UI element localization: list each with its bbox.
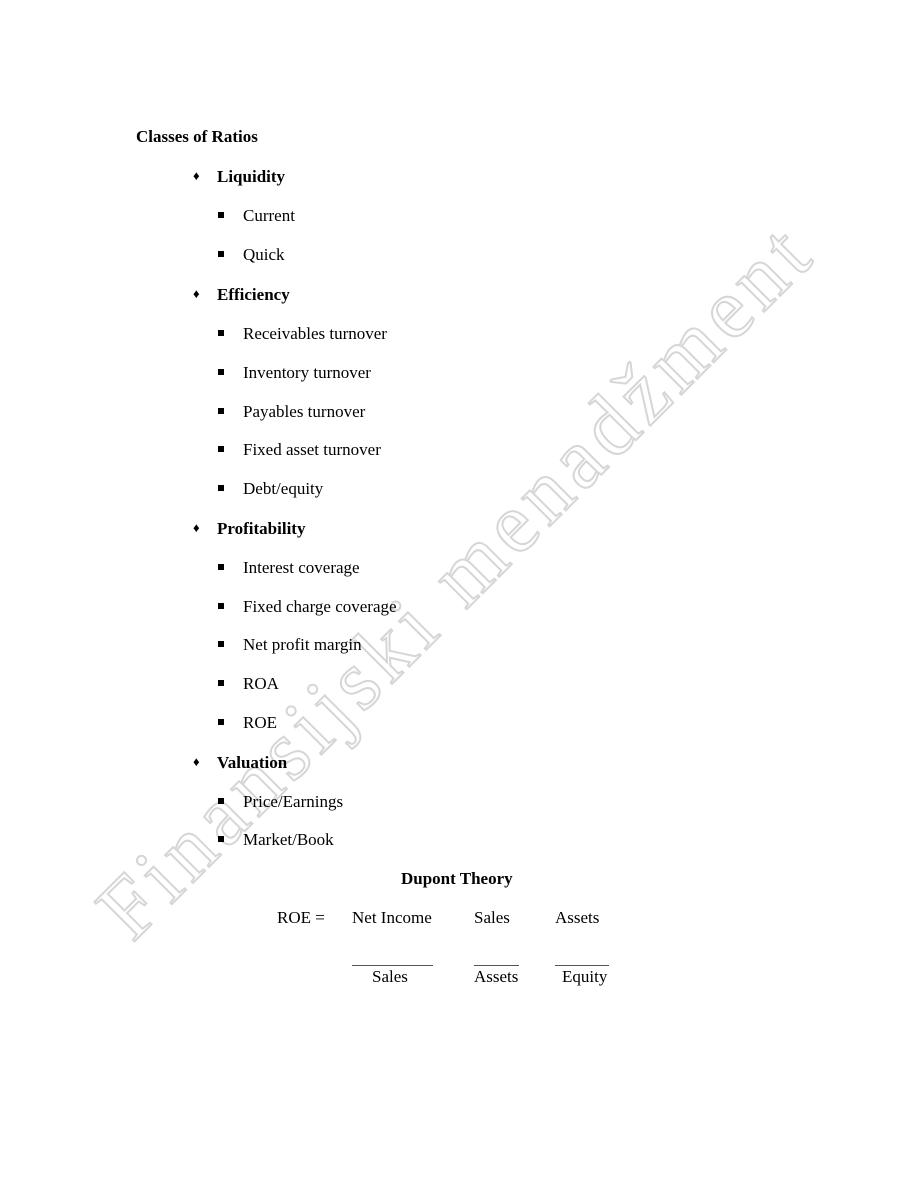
category-label: Efficiency <box>217 285 290 304</box>
item-label: Price/Earnings <box>243 792 344 811</box>
equation-lhs: ROE = <box>277 908 325 927</box>
square-bullet-icon <box>218 446 224 452</box>
dupont-title: Dupont Theory <box>401 869 513 888</box>
denominator-equity: Equity <box>562 967 608 986</box>
fraction-bar <box>555 965 609 966</box>
item-label: Fixed charge coverage <box>243 597 397 616</box>
square-bullet-icon <box>218 641 224 647</box>
fraction-bar <box>352 965 433 966</box>
item-label: ROE <box>243 713 277 732</box>
square-bullet-icon <box>218 251 224 257</box>
category-label: Valuation <box>217 753 288 772</box>
square-bullet-icon <box>218 836 224 842</box>
square-bullet-icon <box>218 719 224 725</box>
numerator-assets: Assets <box>555 908 600 927</box>
square-bullet-icon <box>218 564 224 570</box>
section-heading: Classes of Ratios <box>136 127 258 146</box>
item-label: Interest coverage <box>243 558 360 577</box>
category-label: Profitability <box>217 519 306 538</box>
square-bullet-icon <box>218 485 224 491</box>
square-bullet-icon <box>218 603 224 609</box>
diamond-bullet-icon: ♦ <box>193 520 200 535</box>
item-label: Fixed asset turnover <box>243 440 381 459</box>
diamond-bullet-icon: ♦ <box>193 754 200 769</box>
square-bullet-icon <box>218 369 224 375</box>
item-label: Current <box>243 206 295 225</box>
item-label: ROA <box>243 674 279 693</box>
square-bullet-icon <box>218 798 224 804</box>
square-bullet-icon <box>218 330 224 336</box>
numerator-net-income: Net Income <box>352 908 432 927</box>
denominator-sales: Sales <box>372 967 408 986</box>
item-label: Debt/equity <box>243 479 324 498</box>
fraction-bar <box>474 965 519 966</box>
diamond-bullet-icon: ♦ <box>193 286 200 301</box>
diamond-bullet-icon: ♦ <box>193 168 200 183</box>
denominator-assets: Assets <box>474 967 519 986</box>
item-label: Quick <box>243 245 285 264</box>
square-bullet-icon <box>218 680 224 686</box>
numerator-sales: Sales <box>474 908 510 927</box>
watermark: Finansijski menadžment <box>77 202 833 958</box>
item-label: Payables turnover <box>243 402 366 421</box>
item-label: Net profit margin <box>243 635 362 654</box>
item-label: Receivables turnover <box>243 324 387 343</box>
square-bullet-icon <box>218 408 224 414</box>
item-label: Market/Book <box>243 830 334 849</box>
category-label: Liquidity <box>217 167 286 186</box>
item-label: Inventory turnover <box>243 363 371 382</box>
square-bullet-icon <box>218 212 224 218</box>
